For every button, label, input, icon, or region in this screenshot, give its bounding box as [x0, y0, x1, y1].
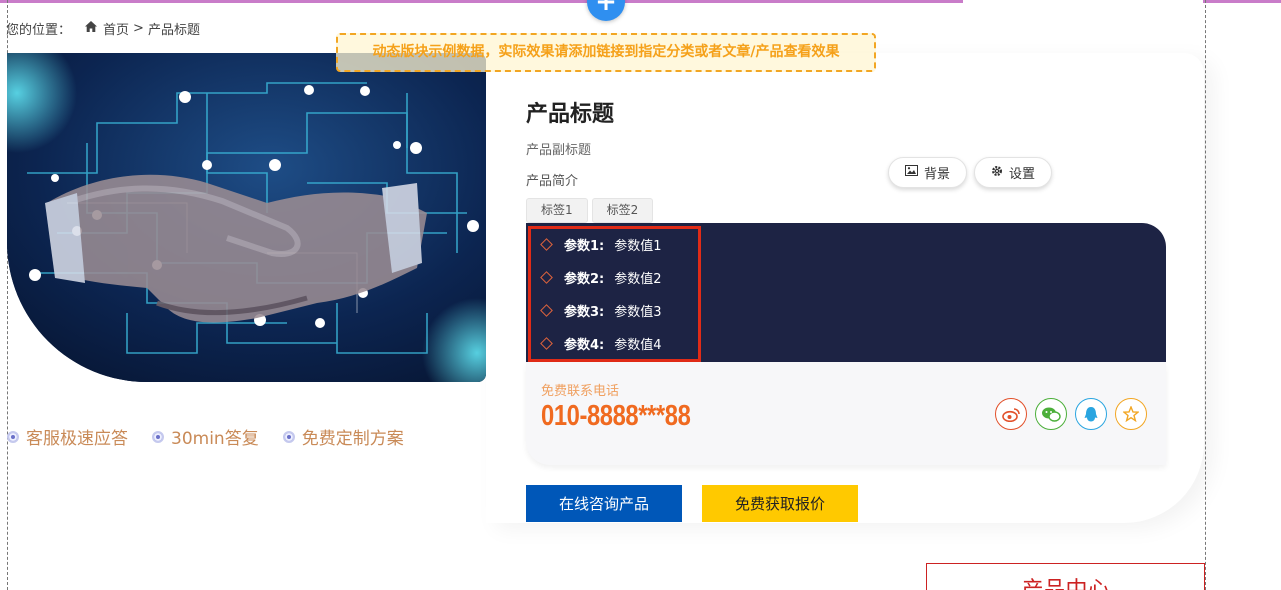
contact-label: 免费联系电话: [541, 384, 620, 399]
bullet-icon: [152, 430, 164, 443]
product-tags: 标签1 标签2: [526, 198, 654, 223]
social-links: [995, 398, 1147, 430]
feature-item: 客服极速应答: [7, 424, 128, 449]
feature-label: 30min答复: [171, 429, 259, 449]
breadcrumb-prefix: 您的位置：: [6, 23, 72, 38]
wechat-icon[interactable]: [1035, 398, 1067, 430]
home-icon: [85, 21, 98, 36]
star-icon[interactable]: [1115, 398, 1147, 430]
qq-icon[interactable]: [1075, 398, 1107, 430]
settings-button-label: 设置: [1009, 167, 1036, 182]
product-subtitle: 产品副标题: [526, 143, 592, 158]
product-center-heading: 产品中心: [926, 563, 1205, 590]
container-right-guide: [1205, 0, 1206, 590]
breadcrumb: 您的位置： 首页 > 产品标题: [6, 19, 200, 38]
get-quote-button[interactable]: 免费获取报价: [702, 485, 858, 522]
image-icon: [905, 165, 918, 180]
product-image: [7, 53, 486, 382]
editor-floating-toolbar: 背景 设置: [888, 157, 1053, 188]
weibo-icon[interactable]: [995, 398, 1027, 430]
background-button[interactable]: 背景: [888, 157, 968, 188]
editor-canvas: + 您的位置： 首页 > 产品标题 动态版块示例数据，实际效果请添加链接到指定分…: [0, 0, 1281, 590]
breadcrumb-separator: >: [133, 21, 144, 36]
contact-phone: 010-8888***88: [541, 400, 691, 432]
dynamic-data-notice: 动态版块示例数据，实际效果请添加链接到指定分类或者文章/产品查看效果: [336, 33, 876, 72]
product-tag[interactable]: 标签2: [591, 198, 654, 223]
settings-button[interactable]: 设置: [974, 157, 1053, 188]
params-selection-highlight: [528, 226, 701, 362]
gear-icon: [991, 165, 1003, 181]
bullet-icon: [7, 430, 19, 443]
bullet-icon: [282, 430, 295, 443]
feature-item: 免费定制方案: [282, 424, 404, 449]
feature-item: 30min答复: [152, 424, 259, 449]
background-button-label: 背景: [924, 167, 951, 182]
feature-list: 客服极速应答 30min答复 免费定制方案: [7, 424, 428, 449]
consult-product-button[interactable]: 在线咨询产品: [526, 485, 682, 522]
feature-label: 客服极速应答: [26, 429, 128, 449]
product-tag[interactable]: 标签1: [526, 198, 588, 223]
add-section-button[interactable]: +: [587, 0, 625, 21]
breadcrumb-home-link[interactable]: 首页: [103, 19, 129, 38]
feature-label: 免费定制方案: [301, 429, 404, 449]
product-title: 产品标题: [526, 102, 615, 127]
breadcrumb-current: 产品标题: [147, 23, 200, 38]
section-top-border-gap: [963, 0, 1203, 3]
product-intro: 产品简介: [526, 174, 579, 189]
